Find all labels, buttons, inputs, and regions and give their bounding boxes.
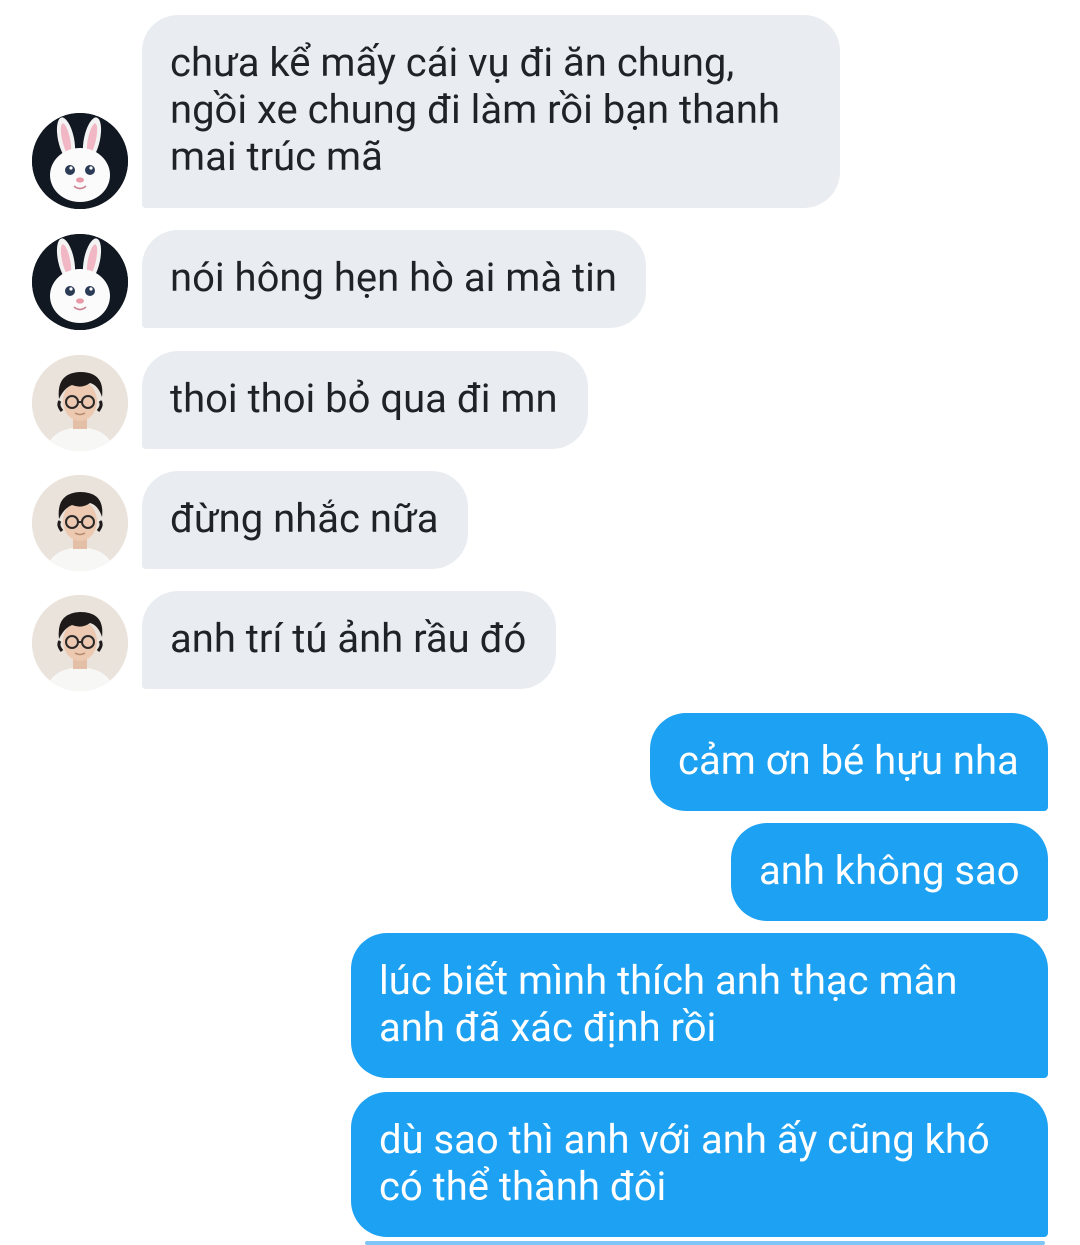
outgoing-message[interactable]: cảm ơn bé hựu nha [650,713,1048,811]
incoming-message[interactable]: chưa kể mấy cái vụ đi ăn chung, ngồi xe … [142,15,840,208]
person-avatar[interactable] [32,475,128,571]
person-icon [32,475,128,571]
outgoing-message[interactable]: anh không sao [731,823,1048,921]
outgoing-message[interactable]: dù sao thì anh với anh ấy cũng khó có th… [351,1092,1048,1237]
person-icon [32,595,128,691]
incoming-message[interactable]: anh trí tú ảnh rầu đó [142,591,556,689]
person-avatar[interactable] [32,595,128,691]
next-message-edge [365,1241,1045,1245]
outgoing-message[interactable]: lúc biết mình thích anh thạc mân anh đã … [351,933,1048,1078]
bunny-avatar[interactable] [32,113,128,209]
incoming-message[interactable]: nói hông hẹn hò ai mà tin [142,230,646,328]
bunny-icon [32,113,128,209]
bunny-avatar[interactable] [32,234,128,330]
incoming-message[interactable]: thoi thoi bỏ qua đi mn [142,351,588,449]
incoming-message[interactable]: đừng nhắc nữa [142,471,468,569]
person-icon [32,355,128,451]
bunny-icon [32,234,128,330]
person-avatar[interactable] [32,355,128,451]
